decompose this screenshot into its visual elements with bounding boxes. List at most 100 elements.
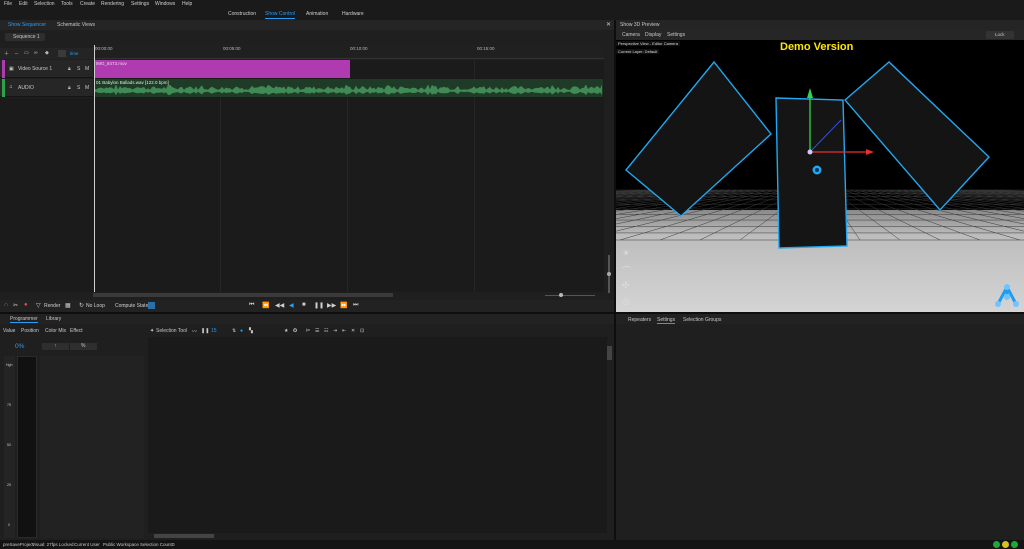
menu-tools[interactable]: Tools: [61, 1, 73, 7]
lock-icon[interactable]: 🔒︎: [68, 85, 71, 91]
playhead[interactable]: [94, 45, 95, 292]
vertical-scrollbar[interactable]: [605, 60, 614, 293]
render-icon[interactable]: ▽: [36, 302, 41, 309]
tools-icon[interactable]: ✂: [13, 302, 18, 309]
fade-up-button[interactable]: ↑: [42, 343, 69, 350]
render-button[interactable]: Render: [44, 303, 60, 309]
pan-icon[interactable]: ✣: [622, 280, 630, 291]
solo-button[interactable]: S: [77, 85, 80, 91]
loop-icon[interactable]: ↻: [79, 302, 84, 309]
distribute-icon[interactable]: ⇥: [333, 328, 337, 334]
tab-show-control[interactable]: Show Control: [265, 11, 296, 19]
menu-settings[interactable]: Settings: [667, 32, 685, 38]
menu-edit[interactable]: Edit: [19, 1, 28, 7]
selection-tool-label[interactable]: Selection Tool: [156, 328, 187, 334]
gizmo-center[interactable]: [807, 149, 813, 155]
next-marker-icon[interactable]: ⏩: [340, 302, 347, 309]
monitor-icon[interactable]: ▦: [65, 302, 71, 309]
status-warning-icon[interactable]: [1002, 541, 1009, 548]
color-icon[interactable]: ●: [240, 328, 243, 334]
stop-icon[interactable]: ■: [302, 302, 306, 308]
lock-icon[interactable]: 🔒︎: [68, 66, 71, 72]
center-panel[interactable]: [775, 97, 848, 249]
magnet-icon[interactable]: ∩: [4, 302, 8, 308]
menu-windows[interactable]: Windows: [155, 1, 175, 7]
menu-help[interactable]: Help: [182, 1, 192, 7]
programmer-canvas[interactable]: [148, 337, 608, 533]
horizontal-scrollbar[interactable]: [93, 292, 604, 299]
menu-create[interactable]: Create: [80, 1, 95, 7]
effect-icon[interactable]: ✪: [293, 328, 297, 334]
track-header-video[interactable]: ▣ Video Source 1 🔒︎ S M: [0, 60, 93, 78]
value-fader[interactable]: [17, 356, 37, 538]
sort-icon[interactable]: ⇅: [232, 328, 236, 334]
orbit-icon[interactable]: ⌒: [622, 264, 631, 277]
menu-selection[interactable]: Selection: [34, 1, 55, 7]
tab-programmer[interactable]: Programmer: [10, 316, 38, 323]
menu-rendering[interactable]: Rendering: [101, 1, 124, 7]
record-icon[interactable]: ●: [24, 302, 28, 308]
tab-animation[interactable]: Animation: [306, 11, 328, 17]
solo-button[interactable]: S: [77, 66, 80, 72]
align-right-icon[interactable]: ☷: [324, 328, 328, 334]
sequence-tab[interactable]: Sequence 1: [5, 33, 45, 41]
viewport-3d[interactable]: Perspective View - Editor Camera Current…: [616, 40, 1024, 312]
rewind-icon[interactable]: ◀◀: [275, 302, 284, 309]
marker-icon[interactable]: ◆: [45, 50, 49, 56]
tab-hardware[interactable]: Hardware: [342, 11, 364, 17]
zoom-handle[interactable]: [607, 272, 611, 276]
programmer-hscroll[interactable]: [148, 533, 608, 539]
pause-icon[interactable]: ❚❚: [314, 302, 324, 309]
fixture-count[interactable]: 15: [211, 328, 217, 334]
folder-icon[interactable]: ▭: [24, 50, 29, 56]
subtab-effect[interactable]: Effect: [70, 328, 83, 334]
group-icon[interactable]: ▚: [249, 328, 253, 334]
time-mode[interactable]: time: [70, 51, 79, 56]
vscroll-thumb[interactable]: [607, 346, 612, 360]
hscroll-thumb[interactable]: [154, 534, 214, 538]
add-track-icon[interactable]: ＋: [4, 50, 9, 57]
skip-end-icon[interactable]: ⏭: [353, 302, 358, 309]
menu-settings[interactable]: Settings: [131, 1, 149, 7]
subtab-position[interactable]: Position: [21, 328, 39, 334]
pause-icon[interactable]: ❚❚: [201, 328, 209, 334]
tab-construction[interactable]: Construction: [228, 11, 256, 17]
subtab-value[interactable]: Value: [3, 328, 15, 334]
timeline-ruler[interactable]: [93, 44, 604, 59]
track-header-audio[interactable]: ♫ AUDIO 🔒︎ S M: [0, 79, 93, 97]
spread-icon[interactable]: ⇤: [342, 328, 346, 334]
zoom-icon[interactable]: ◎: [622, 296, 630, 307]
menu-camera[interactable]: Camera: [622, 32, 640, 38]
zoom-slider-handle[interactable]: [559, 293, 563, 297]
scroll-thumb[interactable]: [93, 293, 393, 297]
tab-selection-groups[interactable]: Selection Groups: [683, 317, 721, 323]
camera-icon[interactable]: ⊡: [360, 328, 364, 334]
zoom-slider[interactable]: [545, 295, 595, 296]
subtab-color-mix[interactable]: Color Mix: [45, 328, 66, 334]
tab-show-sequencer[interactable]: Show Sequencer: [8, 22, 46, 28]
align-center-icon[interactable]: ☰: [315, 328, 319, 334]
status-ok-icon[interactable]: [993, 541, 1000, 548]
menu-file[interactable]: File: [4, 1, 12, 7]
link-icon[interactable]: ∞: [34, 50, 38, 56]
status-network-icon[interactable]: [1011, 541, 1018, 548]
prev-marker-icon[interactable]: ⏪: [262, 302, 269, 309]
tab-repeaters[interactable]: Repeaters: [628, 317, 651, 323]
mute-button[interactable]: M: [85, 66, 89, 72]
wave-icon[interactable]: 〰: [192, 328, 197, 335]
skip-start-icon[interactable]: ⏮: [249, 302, 254, 309]
navigation-cube-icon[interactable]: [994, 284, 1020, 308]
remove-track-icon[interactable]: －: [14, 50, 19, 57]
video-clip[interactable]: IMG_8473.mov: [94, 60, 350, 78]
compute-state-toggle[interactable]: [148, 302, 155, 309]
menu-display[interactable]: Display: [645, 32, 661, 38]
audio-clip[interactable]: 01 Babylon Ballads.wav [122.0 bpm]: [94, 79, 603, 97]
shuffle-icon[interactable]: ✕: [351, 328, 355, 334]
loop-select[interactable]: No Loop: [86, 303, 105, 309]
percent-button[interactable]: %: [70, 343, 97, 350]
play-reverse-icon[interactable]: ◀: [289, 302, 294, 309]
tab-settings[interactable]: Settings: [657, 317, 676, 324]
mute-button[interactable]: M: [85, 85, 89, 91]
sun-icon[interactable]: ☀: [622, 248, 630, 259]
forward-icon[interactable]: ▶▶: [327, 302, 336, 309]
